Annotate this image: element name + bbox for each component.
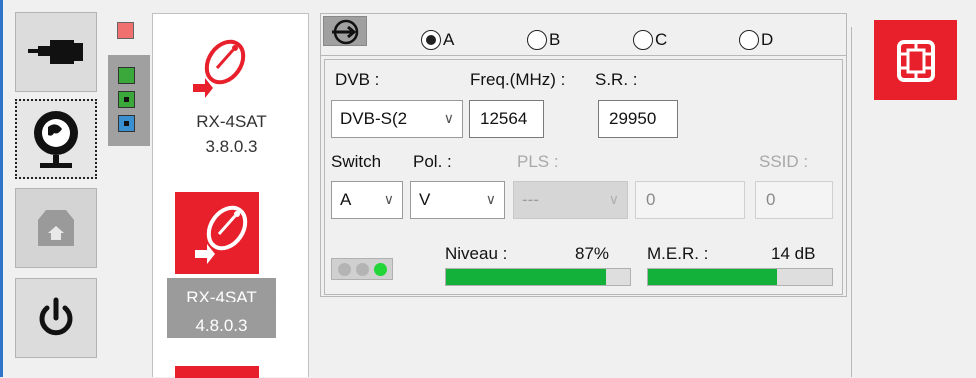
pls-input[interactable]: 0 [635,181,745,219]
radio-input-d[interactable] [739,30,759,50]
usb-button[interactable] [15,12,97,92]
indicator-blue-dot [118,115,135,132]
input-selector-row: A B C D [321,14,846,56]
radio-input-c-label: C [655,30,668,49]
dvb-select-value: DVB-S(2 [340,109,408,128]
satellite-dish-globe-icon [34,111,78,168]
home-box-icon [38,210,74,246]
home-box-button[interactable] [15,188,97,268]
sr-input[interactable]: 29950 [598,100,678,138]
status-square-red [117,22,134,39]
polarization-select-value: V [419,190,431,209]
radio-input-b[interactable] [527,30,547,50]
freq-label: Freq.(MHz) : [470,70,566,89]
left-toolbar [0,0,100,377]
ssid-label: SSID : [759,152,809,171]
device-list: RX-4SAT 3.8.0.3 RX-4SAT 4.8.0.3 [152,13,309,378]
pls-label: PLS : [517,152,559,171]
status-led-off-icon [356,263,369,276]
switch-select-value: A [340,190,352,209]
device-item-3-partial[interactable] [175,366,259,378]
status-led-off-icon [338,263,351,276]
dvb-label: DVB : [335,70,380,89]
dvb-select[interactable]: DVB-S(2 ∨ [331,100,463,138]
radio-input-d-label: D [761,30,774,49]
niveau-label: Niveau : [445,244,508,263]
power-icon [39,297,73,336]
device-item-2[interactable] [175,192,259,274]
satellite-scan-button[interactable] [15,99,97,179]
panel-divider [851,27,852,377]
mer-label: M.E.R. : [647,244,709,263]
switch-select[interactable]: A ∨ [331,181,403,219]
tuner-settings: DVB : Freq.(MHz) : S.R. : DVB-S(2 ∨ 1256… [324,59,843,295]
niveau-bar-fill [446,269,607,285]
chevron-down-icon: ∨ [608,191,619,207]
input-connect-button[interactable] [323,16,367,46]
chevron-down-icon: ∨ [383,191,394,207]
indicator-green-large [118,67,135,84]
status-led-on-icon [374,263,387,276]
niveau-value: 87% [575,244,610,263]
chevron-down-icon: ∨ [485,191,496,207]
radio-input-b-label: B [549,30,561,49]
chevron-down-icon: ∨ [443,110,454,126]
usb-plug-icon [28,40,83,64]
device-item-1[interactable] [175,28,255,104]
radio-input-c[interactable] [633,30,653,50]
smartcard-chip-icon [897,40,935,82]
device-version-2: 4.8.0.3 [167,302,276,338]
switch-label: Switch [331,152,382,171]
ssid-input[interactable]: 0 [755,181,833,219]
pls-mode-value: --- [522,190,539,209]
device-name-1: RX-4SAT [196,112,267,131]
satellite-dish-icon [195,205,248,264]
lock-status-indicator [331,258,393,280]
satellite-dish-icon [193,39,246,98]
sr-label: S.R. : [595,70,638,89]
device-version-1: 3.8.0.3 [205,137,258,156]
pol-label: Pol. : [413,152,452,171]
input-arrow-icon [332,19,359,45]
freq-input[interactable]: 12564 [469,100,544,138]
mer-bar [647,268,833,286]
polarization-select[interactable]: V ∨ [410,181,505,219]
radio-input-a-label: A [443,30,455,49]
indicator-green-dot [118,91,135,108]
mer-value: 14 dB [771,244,816,263]
pls-mode-select[interactable]: --- ∨ [513,181,628,219]
radio-input-a[interactable] [421,30,441,50]
mini-indicator-panel [108,55,150,146]
mer-bar-fill [648,269,777,285]
tuner-panel: A B C D DVB : Freq.(MHz) : S.R. : DVB-S(… [320,13,847,297]
smartcard-button[interactable] [874,20,957,100]
niveau-bar [445,268,631,286]
power-button[interactable] [15,278,97,358]
